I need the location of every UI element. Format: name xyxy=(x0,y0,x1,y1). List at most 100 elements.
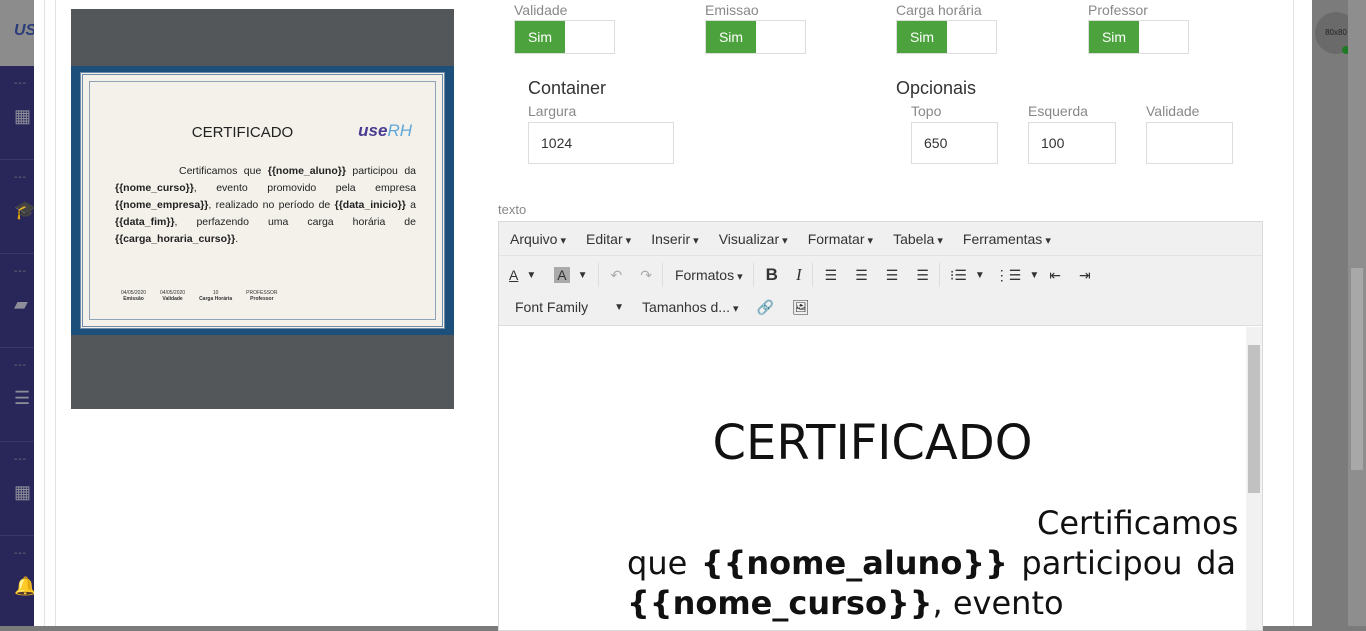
texto-label: texto xyxy=(498,202,527,217)
toggle-on-label: Sim xyxy=(1089,21,1139,53)
sidebar-item[interactable]: --- ☰ xyxy=(0,348,34,442)
divider xyxy=(938,263,940,287)
chevron-down-icon[interactable]: ▼ xyxy=(1029,270,1039,281)
esquerda-input[interactable] xyxy=(1028,122,1116,164)
certificate-modal: CERTIFICADO useRH Certificamos que {{nom… xyxy=(34,0,1312,631)
toggle-label: Carga horária xyxy=(896,2,982,18)
calendar-icon: ▦ xyxy=(14,482,32,502)
grid-icon: ▦ xyxy=(14,106,32,126)
divider xyxy=(44,0,45,626)
sidebar-item[interactable]: --- 🎓 xyxy=(0,160,34,254)
align-right-icon[interactable]: ☰ xyxy=(886,267,899,284)
align-justify-icon[interactable]: ☰ xyxy=(916,267,929,284)
menu-item[interactable]: Arquivo xyxy=(510,231,566,247)
text-segment: {{carga_horaria_curso}} xyxy=(115,233,236,245)
bullet-list-icon[interactable]: ⁝☰ xyxy=(950,267,967,284)
content-paragraph: Certificamos que {{nome_aluno}} particip… xyxy=(627,503,1238,623)
userh-logo: useRH xyxy=(358,121,412,140)
toggle-switch[interactable]: Sim xyxy=(705,20,806,54)
separator-dots: --- xyxy=(14,266,27,277)
app-logo[interactable]: USE xyxy=(14,22,34,40)
separator-dots: --- xyxy=(14,360,27,371)
menu-item[interactable]: Ferramentas xyxy=(963,231,1051,247)
graduation-cap-icon: 🎓 xyxy=(14,200,34,220)
book-icon: ▰ xyxy=(14,294,28,314)
separator-dots: --- xyxy=(14,78,27,89)
text-color-icon[interactable]: A xyxy=(509,267,518,283)
bold-icon[interactable]: B xyxy=(766,265,778,285)
menu-item[interactable]: Tabela xyxy=(893,231,943,247)
menu-item[interactable]: Inserir xyxy=(651,231,698,247)
content-title: CERTIFICADO xyxy=(712,415,1033,471)
numbered-list-icon[interactable]: ⋮☰ xyxy=(995,267,1022,284)
page-scrollbar[interactable] xyxy=(1348,0,1366,626)
text-segment: . xyxy=(235,233,239,245)
formats-dropdown[interactable]: Formatos xyxy=(675,267,743,283)
indent-icon[interactable]: ⇥ xyxy=(1079,267,1091,284)
editor-scrollbar[interactable] xyxy=(1246,327,1262,630)
text-segment: {{data_fim}} xyxy=(115,216,175,228)
validade-label: Validade xyxy=(1146,103,1200,119)
text-segment: {{nome_aluno}} xyxy=(700,544,1008,582)
align-center-icon[interactable]: ☰ xyxy=(855,267,868,284)
chevron-down-icon[interactable]: ▼ xyxy=(614,302,624,313)
certificate-image: CERTIFICADO useRH Certificamos que {{nom… xyxy=(71,66,454,335)
redo-icon[interactable]: ↷ xyxy=(640,267,652,284)
footer-field: PROFESSOR Professor xyxy=(246,290,278,302)
chevron-down-icon[interactable]: ▼ xyxy=(526,270,536,281)
link-icon[interactable]: 🔗 xyxy=(757,299,774,316)
editor-toolbar: A ▼ A ▼ ↶ ↷ Formatos B I ☰ ☰ ☰ ☰ ⁝☰ ▼ ⋮☰ ▼ ⇤ ⇥ Fo… xyxy=(499,256,1262,326)
text-segment: {{nome_curso}} xyxy=(115,182,194,194)
font-size-dropdown[interactable]: Tamanhos d... xyxy=(642,299,739,315)
menu-item[interactable]: Formatar xyxy=(808,231,873,247)
topo-input[interactable] xyxy=(911,122,998,164)
toggle-switch[interactable]: Sim xyxy=(896,20,997,54)
text-segment: , perfazendo uma carga horária de xyxy=(174,216,416,228)
text-segment: a xyxy=(405,199,416,211)
background-color-icon[interactable]: A xyxy=(554,267,570,283)
menu-item[interactable]: Editar xyxy=(586,231,631,247)
sidebar: USE --- ▦ --- 🎓 --- ▰ --- ☰ --- ▦ --- 🔔 xyxy=(0,0,34,626)
opcionais-heading: Opcionais xyxy=(896,78,977,98)
esquerda-label: Esquerda xyxy=(1028,103,1088,119)
divider xyxy=(597,263,599,287)
divider xyxy=(811,263,813,287)
separator-dots: --- xyxy=(14,548,27,559)
text-segment: {{data_inicio}} xyxy=(334,199,406,211)
scrollbar-thumb[interactable] xyxy=(1248,345,1260,493)
italic-icon[interactable]: I xyxy=(796,265,802,285)
text-segment: {{nome_empresa}} xyxy=(115,199,209,211)
sidebar-item[interactable]: --- ▦ xyxy=(0,442,34,536)
toggle-label: Validade xyxy=(514,2,568,18)
text-segment: participou da xyxy=(345,165,416,177)
text-segment: {{nome_curso}} xyxy=(627,584,933,622)
toggle-on-label: Sim xyxy=(897,21,947,53)
editor-content[interactable]: CERTIFICADO Certificamos que {{nome_alun… xyxy=(499,327,1262,630)
separator-dots: --- xyxy=(14,172,27,183)
sidebar-header: USE xyxy=(0,0,34,66)
divider xyxy=(661,263,663,287)
toggle-switch[interactable]: Sim xyxy=(514,20,615,54)
certificate-footer: 04/05/2020 Emissão 04/05/2020 Validade 10 Car… xyxy=(121,290,278,302)
divider xyxy=(1293,0,1294,626)
sidebar-item[interactable]: --- 🔔 xyxy=(0,536,34,626)
image-icon[interactable]: 🖼 xyxy=(792,299,810,316)
sidebar-item[interactable]: --- ▰ xyxy=(0,254,34,348)
chevron-down-icon[interactable]: ▼ xyxy=(578,270,588,281)
largura-input[interactable] xyxy=(528,122,674,164)
font-family-dropdown[interactable]: Font Family xyxy=(515,299,588,315)
menu-item[interactable]: Visualizar xyxy=(719,231,788,247)
divider xyxy=(55,0,56,626)
undo-icon[interactable]: ↶ xyxy=(611,267,623,284)
sidebar-item[interactable]: --- ▦ xyxy=(0,66,34,160)
chevron-down-icon[interactable]: ▼ xyxy=(975,270,985,281)
text-segment: , evento promovido pela empresa xyxy=(193,182,416,194)
toggle-switch[interactable]: Sim xyxy=(1088,20,1189,54)
align-left-icon[interactable]: ☰ xyxy=(825,267,838,284)
validade-input[interactable] xyxy=(1146,122,1233,164)
outdent-icon[interactable]: ⇤ xyxy=(1049,267,1061,284)
container-heading: Container xyxy=(528,78,607,98)
topo-label: Topo xyxy=(911,103,942,119)
scrollbar-thumb[interactable] xyxy=(1351,268,1363,470)
toggle-label: Professor xyxy=(1088,2,1148,18)
